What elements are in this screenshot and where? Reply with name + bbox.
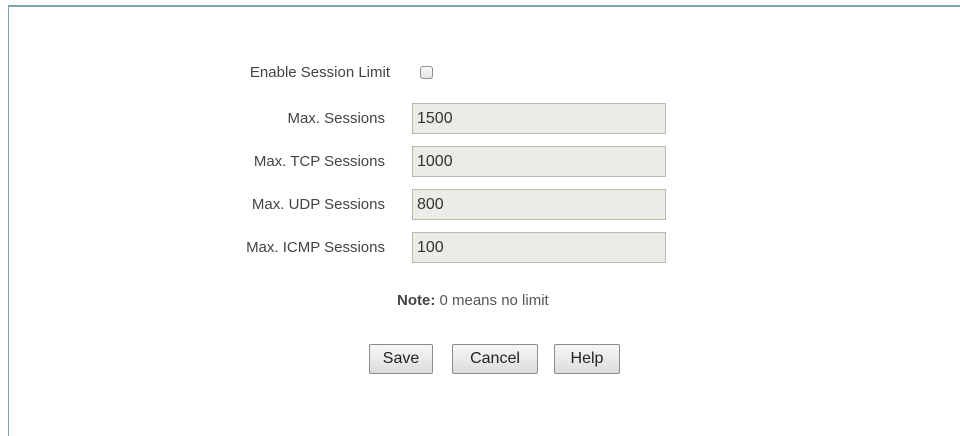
- max-sessions-label: Max. Sessions: [287, 110, 385, 127]
- save-button[interactable]: Save: [369, 344, 433, 374]
- enable-session-limit-label: Enable Session Limit: [249, 64, 390, 81]
- note-text: Note: 0 means no limit: [397, 292, 549, 309]
- cancel-button[interactable]: Cancel: [452, 344, 538, 374]
- max-icmp-sessions-label: Max. ICMP Sessions: [246, 239, 385, 256]
- enable-session-limit-checkbox[interactable]: [420, 66, 433, 79]
- help-button[interactable]: Help: [554, 344, 620, 374]
- max-udp-sessions-label: Max. UDP Sessions: [251, 196, 385, 213]
- max-udp-sessions-input[interactable]: [412, 189, 666, 220]
- max-tcp-sessions-label: Max. TCP Sessions: [253, 153, 385, 170]
- max-tcp-sessions-input[interactable]: [412, 146, 666, 177]
- note-body: 0 means no limit: [435, 292, 549, 309]
- max-sessions-input[interactable]: [412, 103, 666, 134]
- note-prefix: Note:: [397, 292, 436, 309]
- max-icmp-sessions-input[interactable]: [412, 232, 666, 263]
